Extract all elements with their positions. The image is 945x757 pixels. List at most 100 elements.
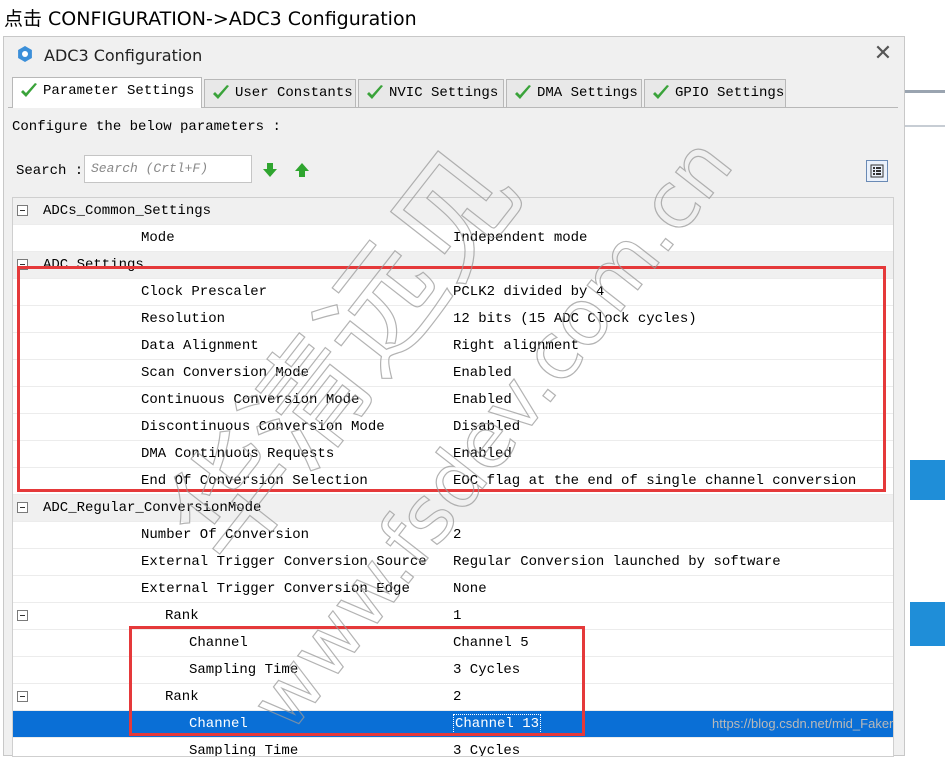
parameter-row[interactable]: Continuous Conversion Mode Enabled: [13, 387, 893, 414]
collapse-toggle-icon[interactable]: [17, 259, 28, 270]
parameter-row[interactable]: Discontinuous Conversion Mode Disabled: [13, 414, 893, 441]
parameter-name: Discontinuous Conversion Mode: [141, 419, 385, 435]
checkmark-icon: [213, 85, 229, 99]
parameter-name: External Trigger Conversion Source: [141, 554, 427, 570]
collapse-toggle-icon[interactable]: [17, 691, 28, 702]
parameter-name: Channel: [189, 716, 248, 732]
parameter-name: Channel: [189, 635, 248, 651]
close-icon: ✕: [873, 41, 893, 66]
group-row[interactable]: ADC Settings: [13, 252, 893, 279]
parameter-value[interactable]: 2: [453, 527, 461, 543]
parameter-row[interactable]: Resolution 12 bits (15 ADC Clock cycles): [13, 306, 893, 333]
parameter-value[interactable]: Regular Conversion launched by software: [453, 554, 781, 570]
tab-bar: Parameter Settings User Constants NVIC Set…: [8, 77, 898, 108]
credit-text: https://blog.csdn.net/mid_Faker: [712, 716, 894, 731]
parameter-value[interactable]: 1: [453, 608, 461, 624]
window-title: ADC3 Configuration: [44, 46, 203, 65]
parameter-row[interactable]: Rank 1: [13, 603, 893, 630]
parameter-name: Scan Conversion Mode: [141, 365, 310, 381]
checkmark-icon: [515, 85, 531, 99]
parameter-value[interactable]: Independent mode: [453, 230, 587, 246]
parameter-name: ADCs_Common_Settings: [43, 203, 212, 219]
search-input[interactable]: Search (Crtl+F): [84, 155, 252, 183]
parameter-grid: ADCs_Common_Settings Mode Independent mode…: [12, 197, 894, 757]
parameter-row[interactable]: External Trigger Conversion Edge None: [13, 576, 893, 603]
parameter-row[interactable]: External Trigger Conversion Source Regula…: [13, 549, 893, 576]
collapse-toggle-icon[interactable]: [17, 502, 28, 513]
parameter-name: Number Of Conversion: [141, 527, 310, 543]
title-bar: ADC3 Configuration ✕: [4, 37, 904, 73]
parameter-row[interactable]: Rank 2: [13, 684, 893, 711]
parameter-row[interactable]: Sampling Time 3 Cycles: [13, 738, 893, 757]
parameter-name: Rank: [165, 689, 199, 705]
background-strip: [905, 90, 945, 93]
parameter-row[interactable]: Sampling Time 3 Cycles: [13, 657, 893, 684]
parameter-value[interactable]: None: [453, 581, 487, 597]
collapse-toggle-icon[interactable]: [17, 205, 28, 216]
parameter-name: DMA Continuous Requests: [141, 446, 335, 462]
checkmark-icon: [21, 83, 37, 97]
arrow-up-icon[interactable]: [294, 163, 310, 177]
group-row[interactable]: ADCs_Common_Settings: [13, 198, 893, 225]
parameter-name: Sampling Time: [189, 743, 299, 757]
list-icon: [870, 164, 884, 178]
parameter-value[interactable]: Enabled: [453, 365, 512, 381]
tab-label: NVIC Settings: [389, 85, 499, 101]
collapse-toggle-icon[interactable]: [17, 610, 28, 621]
parameter-row[interactable]: Channel Channel 5: [13, 630, 893, 657]
parameter-name: Data Alignment: [141, 338, 259, 354]
parameter-value[interactable]: EOC flag at the end of single channel co…: [453, 473, 856, 489]
adc3-configuration-dialog: ADC3 Configuration ✕ Parameter Settings U…: [3, 36, 905, 757]
parameter-value[interactable]: Right alignment: [453, 338, 579, 354]
parameter-value[interactable]: Enabled: [453, 392, 512, 408]
group-row[interactable]: ADC_Regular_ConversionMode: [13, 495, 893, 522]
tab-nvic-settings[interactable]: NVIC Settings: [358, 79, 504, 107]
tab-gpio-settings[interactable]: GPIO Settings: [644, 79, 786, 107]
close-button[interactable]: ✕: [870, 41, 896, 67]
parameter-value[interactable]: Channel 13: [453, 714, 542, 734]
parameter-row[interactable]: DMA Continuous Requests Enabled: [13, 441, 893, 468]
search-label: Search :: [16, 163, 84, 179]
parameter-value[interactable]: 2: [453, 689, 461, 705]
instructions-label: Configure the below parameters :: [12, 119, 281, 135]
checkmark-icon: [367, 85, 383, 99]
parameter-name: ADC_Regular_ConversionMode: [43, 500, 262, 516]
parameter-row[interactable]: Scan Conversion Mode Enabled: [13, 360, 893, 387]
tab-dma-settings[interactable]: DMA Settings: [506, 79, 642, 107]
parameter-name: Sampling Time: [189, 662, 299, 678]
parameter-name: Resolution: [141, 311, 226, 327]
parameter-row[interactable]: Number Of Conversion 2: [13, 522, 893, 549]
parameter-row[interactable]: Clock Prescaler PCLK2 divided by 4: [13, 279, 893, 306]
parameter-value[interactable]: Disabled: [453, 419, 520, 435]
parameter-value[interactable]: 12 bits (15 ADC Clock cycles): [453, 311, 697, 327]
tab-user-constants[interactable]: User Constants: [204, 79, 356, 107]
caption-text: 点击 CONFIGURATION->ADC3 Configuration: [4, 8, 417, 30]
parameter-name: ADC Settings: [43, 257, 144, 273]
tab-label: Parameter Settings: [43, 83, 195, 99]
parameter-value[interactable]: 3 Cycles: [453, 743, 520, 756]
arrow-down-icon[interactable]: [262, 163, 278, 177]
parameter-value[interactable]: Channel 5: [453, 635, 529, 651]
parameter-row[interactable]: Mode Independent mode: [13, 225, 893, 252]
parameter-name: Clock Prescaler: [141, 284, 268, 300]
tab-label: User Constants: [235, 85, 353, 101]
parameter-name: Rank: [165, 608, 199, 624]
background-strip: [910, 460, 945, 500]
parameter-row[interactable]: Data Alignment Right alignment: [13, 333, 893, 360]
tab-label: DMA Settings: [537, 85, 638, 101]
parameter-name: Mode: [141, 230, 175, 246]
parameter-row[interactable]: End Of Conversion Selection EOC flag at t…: [13, 468, 893, 495]
checkmark-icon: [653, 85, 669, 99]
parameter-value[interactable]: PCLK2 divided by 4: [453, 284, 604, 300]
background-strip: [910, 602, 945, 646]
parameter-value[interactable]: 3 Cycles: [453, 662, 520, 678]
list-view-button[interactable]: [866, 160, 888, 182]
background-strip: [905, 125, 945, 127]
parameter-name: External Trigger Conversion Edge: [141, 581, 410, 597]
parameter-name: End Of Conversion Selection: [141, 473, 368, 489]
tab-label: GPIO Settings: [675, 85, 785, 101]
tab-parameter-settings[interactable]: Parameter Settings: [12, 77, 202, 108]
parameter-value[interactable]: Enabled: [453, 446, 512, 462]
gear-icon: [18, 46, 32, 62]
parameter-name: Continuous Conversion Mode: [141, 392, 360, 408]
